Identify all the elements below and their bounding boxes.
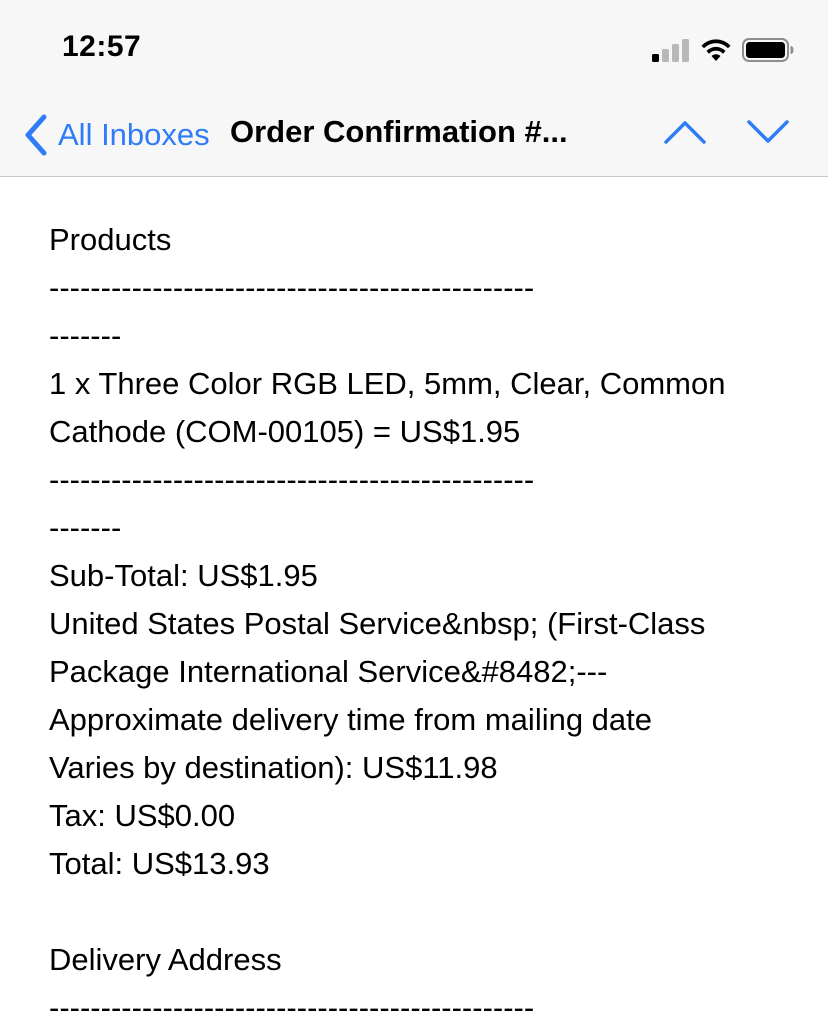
battery-icon	[742, 38, 794, 62]
shipping-line: Package International Service&#8482;---	[49, 654, 608, 689]
divider-line: -------	[49, 318, 122, 353]
chevron-left-icon	[25, 114, 47, 156]
shipping-line: Approximate delivery time from mailing d…	[49, 702, 653, 737]
shipping-line: United States Postal Service&nbsp; (Firs…	[49, 606, 706, 641]
message-subject-title: Order Confirmation #...	[230, 114, 568, 149]
status-bar: 12:57	[0, 0, 828, 100]
navigation-bar: All Inboxes Order Confirmation #...	[0, 100, 828, 177]
divider-line: ----------------------------------------…	[49, 270, 535, 305]
status-time: 12:57	[62, 30, 142, 63]
chevron-down-icon	[747, 120, 789, 143]
email-body: Products -------------------------------…	[49, 216, 789, 1032]
product-line: 1 x Three Color RGB LED, 5mm, Clear, Com…	[49, 366, 726, 401]
chevron-up-icon	[664, 121, 706, 144]
divider-line: -------	[49, 510, 122, 545]
cellular-signal-icon	[652, 38, 690, 62]
previous-message-button[interactable]	[663, 114, 707, 150]
delivery-address-heading: Delivery Address	[49, 942, 282, 977]
total-line: Total: US$13.93	[49, 846, 270, 881]
divider-line: ----------------------------------------…	[49, 462, 535, 497]
wifi-icon	[701, 39, 731, 61]
next-message-button[interactable]	[746, 114, 790, 150]
back-button-label: All Inboxes	[58, 117, 210, 152]
back-button[interactable]: All Inboxes	[22, 112, 210, 158]
tax-line: Tax: US$0.00	[49, 798, 236, 833]
shipping-line: Varies by destination): US$11.98	[49, 750, 498, 785]
divider-line: ----------------------------------------…	[49, 990, 535, 1025]
subtotal-line: Sub-Total: US$1.95	[49, 558, 318, 593]
products-heading: Products	[49, 222, 172, 257]
product-line: Cathode (COM-00105) = US$1.95	[49, 414, 521, 449]
